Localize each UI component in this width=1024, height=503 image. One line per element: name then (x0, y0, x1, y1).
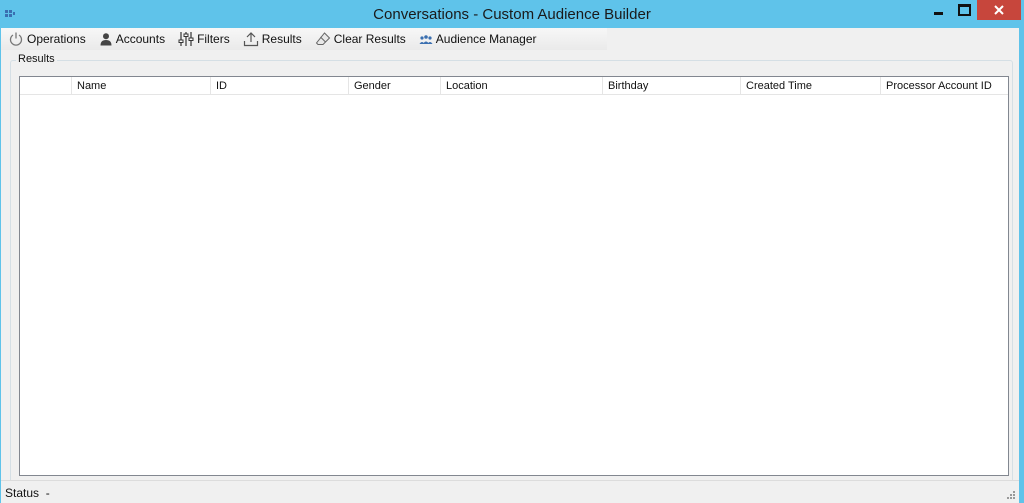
status-bar: Status - (1, 480, 1019, 503)
title-bar[interactable]: Conversations - Custom Audience Builder (0, 0, 1024, 28)
operations-button[interactable]: Operations (1, 28, 92, 50)
window-title: Conversations - Custom Audience Builder (373, 6, 651, 23)
results-label: Results (261, 32, 302, 46)
power-icon (9, 32, 23, 46)
user-icon (100, 33, 112, 46)
upload-icon (243, 32, 258, 47)
status-text: Status - (5, 486, 50, 500)
maximize-button[interactable] (951, 0, 977, 20)
filters-label: Filters (197, 32, 230, 46)
column-header-processor-account-id[interactable]: Processor Account ID (881, 77, 1008, 94)
audience-manager-label: Audience Manager (435, 32, 537, 46)
column-header-location[interactable]: Location (441, 77, 603, 94)
clear-results-label: Clear Results (333, 32, 406, 46)
results-group-label: Results (16, 53, 57, 65)
operations-label: Operations (27, 32, 86, 46)
results-button[interactable]: Results (236, 28, 308, 50)
filters-button[interactable]: Filters (171, 28, 236, 50)
results-list[interactable]: Name ID Gender Location Birthday Created… (19, 76, 1009, 476)
column-header-gender[interactable]: Gender (349, 77, 441, 94)
column-header-birthday[interactable]: Birthday (603, 77, 741, 94)
app-window: Conversations - Custom Audience Builder … (0, 0, 1024, 503)
column-header-created-time[interactable]: Created Time (741, 77, 881, 94)
close-button[interactable] (977, 0, 1021, 20)
people-icon (419, 35, 433, 44)
eraser-icon (315, 32, 330, 45)
column-header-name[interactable]: Name (72, 77, 211, 94)
client-area: Operations Accounts Filters Results Clea… (1, 28, 1019, 503)
sliders-icon (178, 32, 194, 46)
maximize-icon (957, 4, 971, 16)
accounts-button[interactable]: Accounts (92, 28, 171, 50)
results-header: Name ID Gender Location Birthday Created… (20, 77, 1008, 95)
minimize-icon (933, 11, 943, 15)
resize-grip-icon[interactable] (1006, 490, 1016, 500)
minimize-button[interactable] (925, 0, 951, 20)
column-header-select[interactable] (20, 77, 72, 94)
clear-results-button[interactable]: Clear Results (308, 28, 412, 50)
close-icon (994, 5, 1004, 15)
accounts-label: Accounts (115, 32, 166, 46)
audience-manager-button[interactable]: Audience Manager (412, 28, 543, 50)
toolbar: Operations Accounts Filters Results Clea… (1, 28, 607, 50)
results-group: Results Name ID Gender Location Birthday… (10, 53, 1013, 503)
column-header-id[interactable]: ID (211, 77, 349, 94)
